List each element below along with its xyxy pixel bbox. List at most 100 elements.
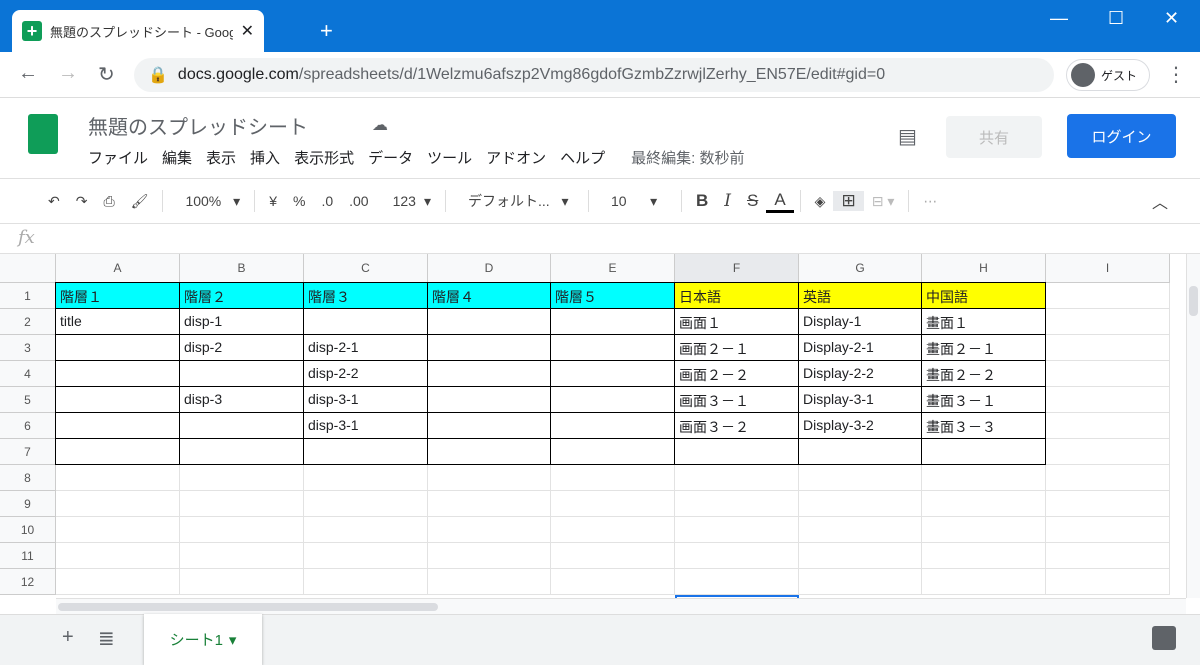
cell[interactable] <box>551 491 675 517</box>
cell[interactable]: Display-2-1 <box>798 334 922 361</box>
cloud-saved-icon[interactable]: ☁ <box>372 115 388 135</box>
login-button[interactable]: ログイン <box>1067 114 1176 158</box>
forward-icon[interactable]: → <box>58 62 78 85</box>
cell[interactable] <box>428 569 551 595</box>
cell[interactable] <box>1046 439 1170 465</box>
reload-icon[interactable]: ↻ <box>98 62 115 87</box>
cell[interactable] <box>180 517 304 543</box>
comments-icon[interactable]: ▤ <box>898 124 917 149</box>
cell[interactable] <box>304 465 428 491</box>
cell[interactable] <box>427 412 551 439</box>
cell[interactable]: 畫面３－１ <box>921 386 1046 413</box>
spreadsheet-grid[interactable]: A B C D E F G H I 1 階層１ 階層２ 階層３ 階層４ 階層５ 日本語 英語 中国語 2 title d… <box>0 254 1186 598</box>
row-header[interactable]: 5 <box>0 387 56 413</box>
column-header[interactable]: F <box>675 254 799 283</box>
cell[interactable] <box>304 491 428 517</box>
more-options-icon[interactable]: ⋯ <box>915 193 945 210</box>
cell[interactable] <box>550 386 675 413</box>
cell[interactable] <box>798 438 922 465</box>
cell[interactable]: disp-2-2 <box>303 360 428 387</box>
cell[interactable] <box>56 569 180 595</box>
chevron-down-icon[interactable]: ▾ <box>229 631 237 649</box>
cell[interactable] <box>55 334 180 361</box>
cell[interactable] <box>303 308 428 335</box>
column-header[interactable]: I <box>1046 254 1170 283</box>
cell[interactable] <box>427 308 551 335</box>
cell[interactable]: 畫面２－１ <box>921 334 1046 361</box>
cell[interactable]: disp-2 <box>179 334 304 361</box>
cell[interactable]: 階層５ <box>550 282 675 309</box>
cell[interactable] <box>551 569 675 595</box>
decrease-decimal-button[interactable]: .0 <box>313 193 341 209</box>
cell[interactable]: disp-3 <box>179 386 304 413</box>
cell[interactable]: 中国語 <box>921 282 1046 309</box>
percent-format-button[interactable]: % <box>285 193 313 209</box>
cell[interactable] <box>550 438 675 465</box>
back-icon[interactable]: ← <box>18 62 38 85</box>
cell[interactable] <box>56 517 180 543</box>
cell[interactable]: Display-3-2 <box>798 412 922 439</box>
browser-tab[interactable]: + 無題のスプレッドシート - Google スプ ✕ <box>12 10 264 52</box>
strikethrough-button[interactable]: S <box>739 191 766 211</box>
cell[interactable] <box>799 517 922 543</box>
cell[interactable] <box>551 517 675 543</box>
increase-decimal-button[interactable]: .00 <box>341 193 376 209</box>
url-input[interactable]: 🔒 docs.google.com/spreadsheets/d/1Welzmu… <box>134 58 1054 92</box>
cell[interactable] <box>179 412 304 439</box>
cell[interactable] <box>56 543 180 569</box>
row-header[interactable]: 1 <box>0 283 56 309</box>
cell[interactable] <box>922 491 1046 517</box>
bold-button[interactable]: B <box>688 191 716 211</box>
cell[interactable] <box>1046 413 1170 439</box>
cell[interactable] <box>1046 491 1170 517</box>
cell[interactable]: Display-3-1 <box>798 386 922 413</box>
cell[interactable]: 階層１ <box>55 282 180 309</box>
cell[interactable]: 画面３－１ <box>674 386 799 413</box>
cell[interactable]: disp-2-1 <box>303 334 428 361</box>
cell[interactable] <box>427 386 551 413</box>
row-header[interactable]: 11 <box>0 543 56 569</box>
paint-format-icon[interactable]: 🖌 <box>123 193 157 210</box>
font-size-select[interactable]: 10 ▾ <box>595 193 675 210</box>
cell[interactable] <box>56 465 180 491</box>
browser-menu-icon[interactable]: ⋮ <box>1166 62 1186 87</box>
cell[interactable] <box>303 438 428 465</box>
cell[interactable] <box>675 569 799 595</box>
share-button[interactable]: 共有 <box>946 116 1042 158</box>
cell[interactable] <box>304 517 428 543</box>
cell[interactable]: 畫面１ <box>921 308 1046 335</box>
column-header[interactable]: E <box>551 254 675 283</box>
cell[interactable] <box>55 412 180 439</box>
merge-cells-icon[interactable]: ⊟ ▾ <box>864 193 903 210</box>
cell[interactable]: 画面２－１ <box>674 334 799 361</box>
cell[interactable] <box>550 308 675 335</box>
cell[interactable]: 画面１ <box>674 308 799 335</box>
minimize-button[interactable]: — <box>1050 8 1068 29</box>
row-header[interactable]: 6 <box>0 413 56 439</box>
cell[interactable] <box>55 438 180 465</box>
italic-button[interactable]: I <box>716 191 739 211</box>
select-all-corner[interactable] <box>0 254 56 283</box>
cell[interactable]: title <box>55 308 180 335</box>
cell[interactable] <box>675 491 799 517</box>
cell[interactable] <box>428 517 551 543</box>
cell[interactable] <box>179 360 304 387</box>
all-sheets-icon[interactable]: ≣ <box>98 626 115 651</box>
last-edit-status[interactable]: 最終編集: 数秒前 <box>631 147 744 168</box>
cell[interactable] <box>922 569 1046 595</box>
cell[interactable]: disp-1 <box>179 308 304 335</box>
maximize-button[interactable]: ☐ <box>1108 8 1124 29</box>
column-header[interactable]: D <box>428 254 551 283</box>
column-header[interactable]: C <box>304 254 428 283</box>
cell[interactable] <box>1046 361 1170 387</box>
new-tab-button[interactable]: + <box>320 18 333 44</box>
cell[interactable]: 階層３ <box>303 282 428 309</box>
undo-icon[interactable]: ↶ <box>40 193 68 210</box>
cell[interactable] <box>428 465 551 491</box>
cell[interactable] <box>1046 387 1170 413</box>
cell[interactable] <box>550 334 675 361</box>
menu-addons[interactable]: アドオン <box>486 147 546 168</box>
cell[interactable] <box>180 569 304 595</box>
cell[interactable] <box>56 491 180 517</box>
cell[interactable]: 階層４ <box>427 282 551 309</box>
